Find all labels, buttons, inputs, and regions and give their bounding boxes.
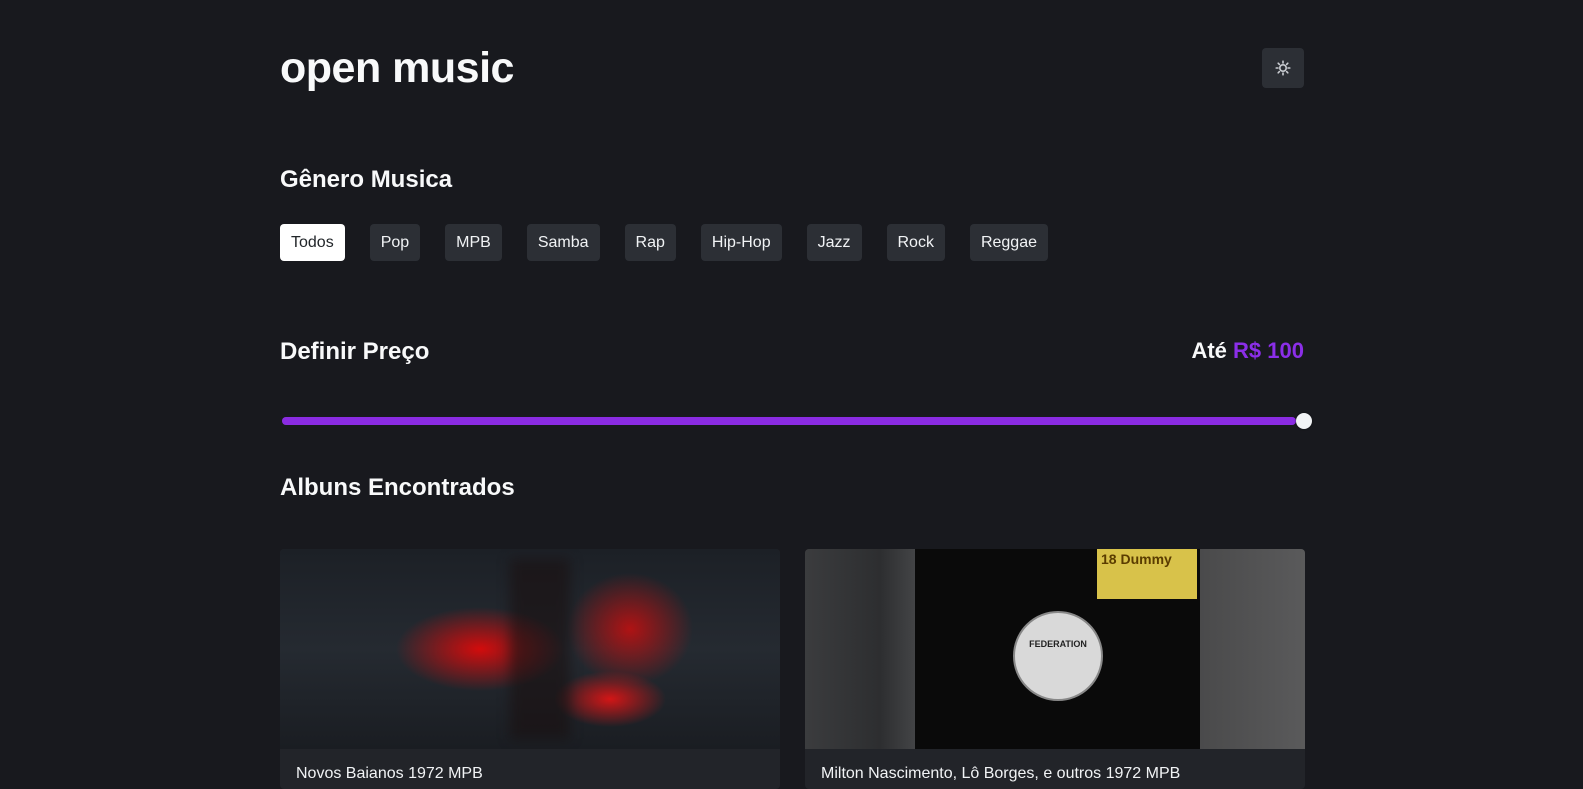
price-max-display: Até R$ 100 (1191, 338, 1304, 364)
album-card-list: Novos Baianos 1972 MPB 18 Dummy FEDERATI… (280, 549, 1305, 789)
genre-button-reggae[interactable]: Reggae (969, 224, 1048, 261)
genre-button-mpb[interactable]: MPB (445, 224, 502, 261)
album-card[interactable]: 18 Dummy FEDERATION Milton Nascimento, L… (805, 549, 1305, 789)
album-card[interactable]: Novos Baianos 1972 MPB (280, 549, 780, 789)
genre-section-title: Gênero Musica (280, 166, 453, 193)
vinyl-label: FEDERATION (1013, 611, 1103, 701)
vinyl-label-text: FEDERATION (1029, 639, 1087, 649)
header: open music (280, 40, 1304, 100)
genre-button-jazz[interactable]: Jazz (806, 224, 862, 261)
page-container: open music Gênero Musica Todos Pop MPB S… (280, 0, 1312, 789)
cover-sticker-text: 18 Dummy (1101, 551, 1172, 567)
price-section-title: Definir Preço (280, 338, 430, 365)
app-title: open music (280, 44, 514, 92)
price-amount: R$ 100 (1233, 338, 1304, 363)
genre-filter-list: Todos Pop MPB Samba Rap Hip-Hop Jazz Roc… (280, 224, 1048, 261)
price-prefix: Até (1191, 338, 1227, 363)
sun-gear-icon (1275, 60, 1291, 76)
genre-button-samba[interactable]: Samba (526, 224, 600, 261)
cover-sticker: 18 Dummy (1097, 549, 1197, 599)
genre-button-pop[interactable]: Pop (369, 224, 421, 261)
genre-button-rap[interactable]: Rap (624, 224, 676, 261)
album-card-body: Novos Baianos 1972 MPB (280, 749, 780, 789)
theme-toggle-button[interactable] (1262, 48, 1304, 88)
album-card-info: Milton Nascimento, Lô Borges, e outros 1… (821, 765, 1181, 782)
genre-button-hip-hop[interactable]: Hip-Hop (700, 224, 782, 261)
album-cover-image (280, 549, 780, 749)
slider-thumb[interactable] (1296, 413, 1312, 429)
slider-track (282, 417, 1296, 425)
album-cover-image: 18 Dummy FEDERATION (805, 549, 1305, 749)
genre-button-todos[interactable]: Todos (280, 224, 345, 261)
cover-shadow (510, 559, 570, 739)
album-card-body: Milton Nascimento, Lô Borges, e outros 1… (805, 749, 1305, 789)
genre-button-rock[interactable]: Rock (886, 224, 945, 261)
slider-fill (282, 417, 1296, 425)
albums-section-title: Albuns Encontrados (280, 474, 515, 501)
price-range-slider[interactable] (282, 411, 1312, 429)
album-card-info: Novos Baianos 1972 MPB (296, 765, 483, 782)
